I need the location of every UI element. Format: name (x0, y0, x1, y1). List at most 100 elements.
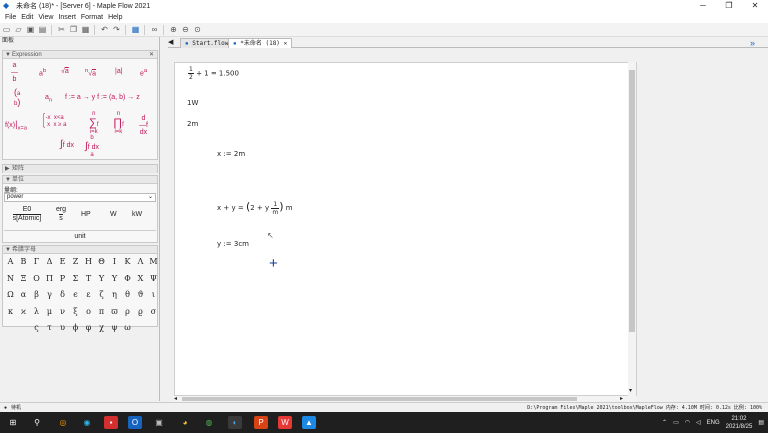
greek-letter-button[interactable]: Ο (30, 274, 43, 283)
paste-icon[interactable]: ▦ (80, 24, 91, 35)
maple-flow-taskbar-icon[interactable]: ◐ (228, 416, 242, 429)
scroll-down-icon[interactable]: ▾ (629, 387, 632, 394)
function-definition-template[interactable]: f := a → y f := (a, b) → z (65, 94, 140, 101)
abs-template[interactable]: |a| (115, 68, 123, 75)
wifi-icon[interactable]: ◠ (685, 419, 690, 426)
greek-letter-button[interactable]: Υ (95, 274, 108, 283)
matrix-palette-header[interactable]: ▶ 矩阵 (3, 165, 157, 173)
greek-letter-button[interactable]: φ (82, 323, 95, 332)
greek-letter-button[interactable]: δ (56, 290, 69, 299)
copy-icon[interactable]: ❐ (68, 24, 79, 35)
greek-letter-button[interactable]: μ (43, 307, 56, 316)
greek-letter-button[interactable]: ζ (95, 290, 108, 299)
greek-letter-button[interactable]: ι (147, 290, 160, 299)
undo-icon[interactable]: ↶ (99, 24, 110, 35)
sum-template[interactable]: n ∑f i=k (89, 111, 99, 135)
close-icon[interactable]: ✕ (149, 51, 154, 59)
greek-letter-button[interactable]: τ (43, 323, 56, 332)
greek-letter-button[interactable]: ν (56, 307, 69, 316)
greek-letter-button[interactable]: κ (4, 307, 17, 316)
save-icon[interactable]: ▣ (25, 24, 36, 35)
greek-letter-button[interactable]: ο (82, 307, 95, 316)
clock[interactable]: 21:02 2021/8/25 (726, 415, 753, 431)
power-template[interactable]: ab (39, 68, 46, 77)
greek-letter-button[interactable]: Β (17, 257, 30, 266)
powerpoint-icon[interactable]: P (254, 416, 268, 429)
greek-letter-button[interactable]: Ε (56, 257, 69, 266)
volume-icon[interactable]: ◁ (696, 419, 701, 426)
wechat-icon[interactable]: ◍ (202, 416, 216, 429)
vertical-scrollbar-thumb[interactable] (629, 70, 635, 332)
greek-letter-button[interactable]: Δ (43, 257, 56, 266)
cut-icon[interactable]: ✂ (56, 24, 67, 35)
greek-letter-button[interactable]: σ (147, 307, 160, 316)
greek-letter-button[interactable]: θ (121, 290, 134, 299)
greek-letter-button[interactable]: Α (4, 257, 17, 266)
math-line-3[interactable]: 2m (187, 120, 198, 128)
zoom-in-icon[interactable]: ⊕ (168, 24, 179, 35)
menu-view[interactable]: View (38, 14, 53, 21)
greek-letter-button[interactable]: ϕ (69, 323, 82, 332)
edge-browser-icon[interactable]: ◉ (80, 416, 94, 429)
scroll-right-icon[interactable]: ▸ (620, 395, 623, 402)
greek-letter-button[interactable]: Γ (30, 257, 43, 266)
close-icon[interactable]: ✕ (284, 40, 288, 47)
menu-format[interactable]: Format (81, 14, 103, 21)
math-line-5[interactable]: x + y = (2 + y 1 m) m (217, 200, 293, 216)
windows-start-icon[interactable]: ⊞ (6, 416, 20, 429)
greek-letter-button[interactable]: Ζ (69, 257, 82, 266)
integral-template[interactable]: ∫f dx (60, 139, 74, 150)
horizontal-scrollbar-thumb[interactable] (182, 397, 577, 401)
worksheet-canvas[interactable]: 12 + 1 = 1.500 1W 2m x := 2m x + y = (2 … (174, 62, 637, 396)
greek-letter-button[interactable]: ρ (121, 307, 134, 316)
unit-e0-button[interactable]: E0 s[Atomic] (9, 206, 45, 223)
link-icon[interactable]: ∞ (149, 24, 160, 35)
greek-letter-button[interactable]: η (108, 290, 121, 299)
greek-letter-button[interactable]: Π (43, 274, 56, 283)
greek-letter-button[interactable]: Ν (4, 274, 17, 283)
greek-letter-button[interactable]: Μ (147, 257, 160, 266)
zoom-fit-icon[interactable]: ⊙ (192, 24, 203, 35)
greek-letter-button[interactable]: ϰ (17, 307, 30, 316)
unit-erg-button[interactable]: erg s (53, 206, 69, 223)
zoom-out-icon[interactable]: ⊖ (180, 24, 191, 35)
greek-letter-button[interactable]: ω (121, 323, 134, 332)
unit-kw-button[interactable]: kW (132, 211, 142, 218)
greek-letter-button[interactable]: ϖ (108, 307, 121, 316)
minimize-button[interactable]: ─ (690, 0, 716, 12)
open-folder-icon[interactable]: ▱ (13, 24, 24, 35)
greek-letter-button[interactable]: π (95, 307, 108, 316)
unit-hp-button[interactable]: HP (81, 211, 91, 218)
fraction-template[interactable]: a ― b (11, 62, 18, 83)
dimension-dropdown[interactable]: power ⌄ (4, 193, 156, 202)
piecewise-template[interactable]: ⎧-x x<a ⎩ x x ≥ a (41, 114, 66, 128)
pdf-app-icon[interactable]: ▪ (104, 416, 118, 429)
greek-letter-button[interactable]: υ (56, 323, 69, 332)
greek-letter-button[interactable]: Τ (82, 274, 95, 283)
subscript-template[interactable]: an (45, 94, 52, 103)
unit-button[interactable]: unit (4, 230, 156, 241)
notification-icon[interactable]: ▤ (758, 419, 764, 426)
greek-palette-header[interactable]: ▼希腊字母 (3, 246, 157, 254)
input-language[interactable]: ENG (707, 420, 720, 426)
math-line-2[interactable]: 1W (187, 99, 198, 107)
greek-letter-button[interactable]: ϵ (69, 290, 82, 299)
outlook-icon[interactable]: O (128, 416, 142, 429)
math-line-6[interactable]: y := 3cm (217, 240, 249, 248)
greek-letter-button[interactable]: Φ (121, 274, 134, 283)
derivative-template[interactable]: d ―f dx (139, 115, 148, 136)
greek-letter-button[interactable]: ς (30, 323, 43, 332)
save-all-icon[interactable]: ▤ (37, 24, 48, 35)
math-line-4[interactable]: x := 2m (217, 150, 245, 158)
greek-letter-button[interactable]: Ι (108, 257, 121, 266)
expand-panel-icon[interactable]: » (750, 38, 755, 48)
binomial-template[interactable]: (a b) (14, 87, 20, 107)
math-line-1[interactable]: 12 + 1 = 1.500 (188, 66, 239, 81)
definite-integral-template[interactable]: b ∫f dx a (85, 135, 99, 158)
eval-at-template[interactable]: f(x)|x=a (5, 119, 27, 131)
scroll-left-icon[interactable]: ◂ (174, 395, 177, 402)
wps-icon[interactable]: W (278, 416, 292, 429)
greek-letter-button[interactable]: Σ (69, 274, 82, 283)
greek-letter-button[interactable]: Ψ (147, 274, 160, 283)
menu-help[interactable]: Help (108, 14, 122, 21)
